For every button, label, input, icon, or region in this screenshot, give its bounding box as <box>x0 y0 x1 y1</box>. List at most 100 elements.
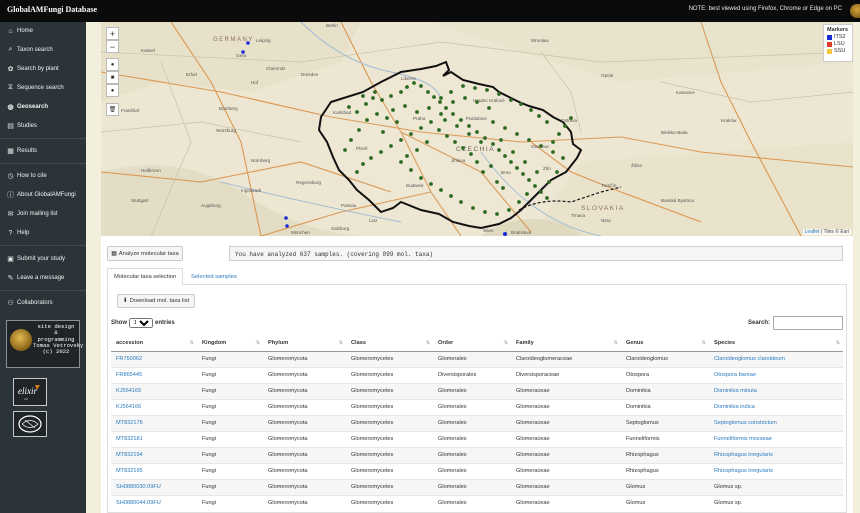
sample-marker[interactable] <box>495 212 499 216</box>
species-cell[interactable]: Otospora bareae <box>709 366 843 383</box>
sample-marker[interactable] <box>473 86 477 90</box>
sample-marker[interactable] <box>517 200 521 204</box>
analyze-molecular-taxa-button[interactable]: ▦ Analyze molecular taxa <box>107 246 183 261</box>
sample-marker[interactable] <box>419 126 423 130</box>
sample-marker[interactable] <box>427 106 431 110</box>
sample-marker[interactable] <box>563 124 567 128</box>
sample-marker[interactable] <box>515 132 519 136</box>
sidebar-item-home[interactable]: ⌂ Home <box>0 23 86 39</box>
sample-marker[interactable] <box>499 138 503 142</box>
sample-marker[interactable] <box>391 108 395 112</box>
column-header-phylum[interactable]: Phylum ⇅ <box>263 335 346 352</box>
sample-marker[interactable] <box>523 160 527 164</box>
sample-marker[interactable] <box>483 136 487 140</box>
sidebar-item-leave-message[interactable]: ✎ Leave a message <box>0 270 86 286</box>
page-length-select[interactable]: 10 <box>129 318 153 328</box>
sample-marker[interactable] <box>395 120 399 124</box>
sample-marker[interactable] <box>471 206 475 210</box>
sort-icon[interactable]: ⇅ <box>702 340 706 346</box>
sample-marker[interactable] <box>365 118 369 122</box>
sample-marker[interactable] <box>399 160 403 164</box>
sample-marker[interactable] <box>489 164 493 168</box>
sidebar-item-taxon-search[interactable]: ⌕ Taxon search <box>0 42 86 58</box>
sample-marker[interactable] <box>515 166 519 170</box>
sample-marker[interactable] <box>539 144 543 148</box>
sample-marker[interactable] <box>389 144 393 148</box>
accession-link[interactable]: SH0880030.09FU <box>111 478 197 495</box>
sample-marker[interactable] <box>481 170 485 174</box>
sample-marker[interactable] <box>525 192 529 196</box>
species-cell[interactable]: Claroideoglomus claroideum <box>709 350 843 367</box>
sample-marker[interactable] <box>399 90 403 94</box>
sort-icon[interactable]: ⇅ <box>426 340 430 346</box>
column-header-class[interactable]: Class ⇅ <box>346 335 433 352</box>
sidebar-item-search-by-plant[interactable]: ✿ Search by plant <box>0 61 86 77</box>
sample-marker[interactable] <box>364 102 368 106</box>
accession-link[interactable]: KJ564166 <box>111 398 197 415</box>
sample-marker[interactable] <box>361 94 365 98</box>
sample-marker[interactable] <box>389 94 393 98</box>
search-input[interactable] <box>773 316 843 330</box>
sample-marker[interactable] <box>475 160 479 164</box>
sample-marker-its2[interactable] <box>246 41 250 45</box>
sample-marker[interactable] <box>373 90 377 94</box>
sample-marker[interactable] <box>509 98 513 102</box>
sample-marker[interactable] <box>545 120 549 124</box>
sample-marker[interactable] <box>439 112 443 116</box>
sample-marker[interactable] <box>555 170 559 174</box>
accession-link[interactable]: FR750062 <box>111 350 197 367</box>
site-brand[interactable]: GlobalAMFungi Database <box>7 5 97 14</box>
sample-marker[interactable] <box>467 132 471 136</box>
sample-marker[interactable] <box>451 100 455 104</box>
sort-icon[interactable]: ⇅ <box>256 340 260 346</box>
column-header-species[interactable]: Species ⇅ <box>709 335 843 352</box>
sample-marker[interactable] <box>455 124 459 128</box>
sample-marker[interactable] <box>439 96 443 100</box>
sample-marker[interactable] <box>475 100 479 104</box>
sort-icon[interactable]: ⇅ <box>504 340 508 346</box>
sample-marker[interactable] <box>461 146 465 150</box>
column-header-order[interactable]: Order ⇅ <box>433 335 511 352</box>
sidebar-item-mailing-list[interactable]: ✉ Join mailing list <box>0 206 86 222</box>
draw-rectangle-button[interactable]: ■ <box>106 71 119 84</box>
sample-marker[interactable] <box>355 110 359 114</box>
accession-link[interactable]: FR865445 <box>111 366 197 383</box>
sample-marker[interactable] <box>535 170 539 174</box>
sample-marker[interactable] <box>412 81 416 85</box>
sidebar-item-collaborators[interactable]: ⚇ Collaborators <box>0 295 86 311</box>
sample-marker[interactable] <box>459 118 463 122</box>
sample-marker[interactable] <box>547 180 551 184</box>
seal-logo[interactable] <box>13 411 47 437</box>
sidebar-item-sequence-search[interactable]: ⧖ Sequence search <box>0 80 86 96</box>
sample-marker-its2[interactable] <box>285 224 289 228</box>
species-cell[interactable]: Dominikia indica <box>709 398 843 415</box>
sample-marker[interactable] <box>343 148 347 152</box>
sample-marker[interactable] <box>426 90 430 94</box>
species-cell[interactable]: Rhizophagus irregularis <box>709 462 843 479</box>
sidebar-item-studies[interactable]: ▤ Studies <box>0 118 86 134</box>
tab-molecular-taxa-selection[interactable]: Molecular taxa selection <box>107 268 184 285</box>
sample-marker[interactable] <box>501 186 505 190</box>
sort-icon[interactable]: ⇅ <box>836 340 840 346</box>
zoom-in-button[interactable]: + <box>106 27 119 40</box>
sample-marker[interactable] <box>449 194 453 198</box>
accession-link[interactable]: SH0880044.09FU <box>111 494 197 511</box>
sample-marker[interactable] <box>511 150 515 154</box>
sample-marker[interactable] <box>419 176 423 180</box>
accession-link[interactable]: MT832181 <box>111 430 197 447</box>
accession-link[interactable]: MT832195 <box>111 462 197 479</box>
sample-marker[interactable] <box>451 112 455 116</box>
sample-marker[interactable] <box>507 208 511 212</box>
sample-marker[interactable] <box>527 138 531 142</box>
sample-marker[interactable] <box>519 102 523 106</box>
sample-marker[interactable] <box>461 84 465 88</box>
sample-marker[interactable] <box>491 120 495 124</box>
sample-marker[interactable] <box>347 105 351 109</box>
sample-marker[interactable] <box>375 112 379 116</box>
sample-marker[interactable] <box>379 150 383 154</box>
draw-polygon-button[interactable]: ● <box>106 58 119 71</box>
sample-marker[interactable] <box>355 170 359 174</box>
sidebar-item-results[interactable]: ▦ Results <box>0 143 86 159</box>
sample-marker[interactable] <box>437 128 441 132</box>
sample-marker[interactable] <box>432 95 436 99</box>
